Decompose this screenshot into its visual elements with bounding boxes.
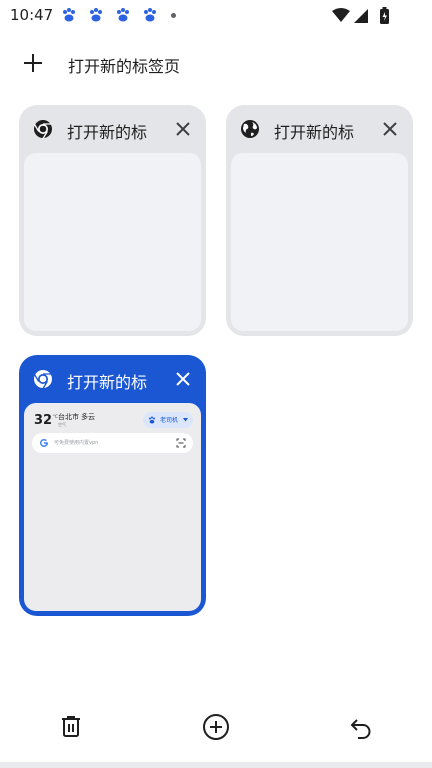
tab-thumbnail: [231, 153, 408, 331]
tab-card-header: 打开新的标: [19, 105, 206, 153]
new-tab-row[interactable]: 打开新的标签页: [0, 44, 432, 84]
plus-icon: [24, 54, 42, 72]
signal-icon: [354, 9, 368, 23]
preview-city: 台北市: [58, 413, 79, 421]
close-icon[interactable]: [381, 120, 399, 138]
close-icon[interactable]: [174, 120, 192, 138]
preview-search-placeholder: 可免费使用内置vpn: [54, 440, 99, 446]
tab-title: 打开新的标: [67, 123, 148, 142]
globe-icon: [241, 120, 259, 138]
chrome-icon: [33, 370, 52, 389]
preview-chip-label: 老司机: [160, 417, 179, 424]
preview-search-bar: 可免费使用内置vpn: [32, 433, 193, 453]
chrome-icon: [33, 120, 52, 139]
scan-icon: [176, 438, 186, 448]
tab-title: 打开新的标: [67, 373, 148, 392]
baidu-paw-icon: [63, 8, 75, 22]
tab-title: 打开新的标: [274, 123, 355, 142]
battery-charging-icon: [380, 7, 389, 24]
paw-icon: [149, 416, 155, 424]
preview-chip: 老司机: [143, 412, 193, 428]
close-icon[interactable]: [174, 370, 192, 388]
tab-card[interactable]: 打开新的标: [19, 105, 206, 336]
preview-weather: 多云: [81, 413, 95, 421]
status-time: 10:47: [10, 6, 54, 24]
bottom-toolbar: [0, 700, 432, 756]
tab-switcher-screen: 10:47 打开新的标签页 打开新的标 打开新的标 打开新的标 32 °C 台北…: [0, 0, 432, 768]
more-notifications-dot: [171, 13, 176, 18]
tab-card-selected[interactable]: 打开新的标 32 °C 台北市 多云 空气 老司机 可免费使用内置vpn: [19, 355, 206, 616]
tab-thumbnail: [24, 153, 201, 331]
preview-subtext: 空气: [58, 422, 66, 427]
add-circle-icon[interactable]: [201, 712, 231, 742]
undo-icon[interactable]: [346, 712, 376, 742]
navigation-bar: [0, 762, 432, 768]
wifi-icon: [332, 8, 350, 22]
baidu-paw-icon: [144, 8, 156, 22]
tab-card-header: 打开新的标: [226, 105, 413, 153]
chevron-down-icon: [183, 418, 188, 422]
preview-temperature: 32: [34, 413, 53, 428]
trash-icon[interactable]: [56, 712, 86, 742]
baidu-paw-icon: [90, 8, 102, 22]
tab-thumbnail: 32 °C 台北市 多云 空气 老司机 可免费使用内置vpn: [24, 403, 201, 611]
status-bar: 10:47: [0, 0, 432, 32]
new-tab-label: 打开新的标签页: [68, 57, 181, 76]
system-status-icons: [332, 7, 389, 24]
tab-card-header: 打开新的标: [19, 355, 206, 403]
tab-card[interactable]: 打开新的标: [226, 105, 413, 336]
google-icon: [40, 438, 48, 447]
baidu-paw-icon: [117, 8, 129, 22]
